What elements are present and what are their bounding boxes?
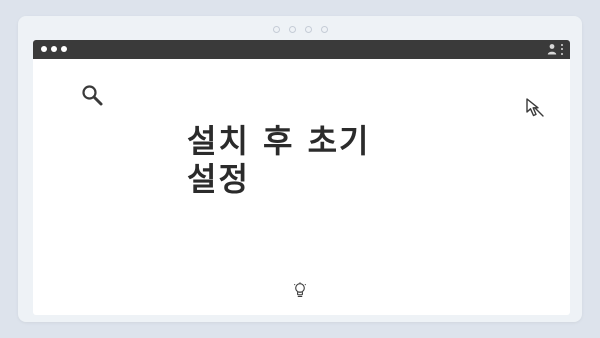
traffic-lights bbox=[41, 46, 67, 52]
window-titlebar bbox=[33, 40, 570, 59]
pager-dot[interactable] bbox=[320, 26, 328, 33]
cursor-icon bbox=[526, 98, 544, 117]
minimize-dot[interactable] bbox=[51, 46, 57, 52]
pager-dot[interactable] bbox=[304, 26, 312, 33]
search-icon bbox=[82, 85, 103, 106]
window-actions bbox=[547, 43, 564, 55]
pager-dot[interactable] bbox=[272, 26, 280, 33]
slide-pager bbox=[18, 26, 582, 33]
pager-dot[interactable] bbox=[288, 26, 296, 33]
more-options-icon[interactable] bbox=[561, 43, 564, 55]
lightbulb-icon bbox=[293, 282, 307, 298]
user-icon[interactable] bbox=[547, 43, 557, 55]
maximize-dot[interactable] bbox=[61, 46, 67, 52]
close-dot[interactable] bbox=[41, 46, 47, 52]
slide-title: 설치 후 초기 설정 bbox=[187, 122, 371, 198]
